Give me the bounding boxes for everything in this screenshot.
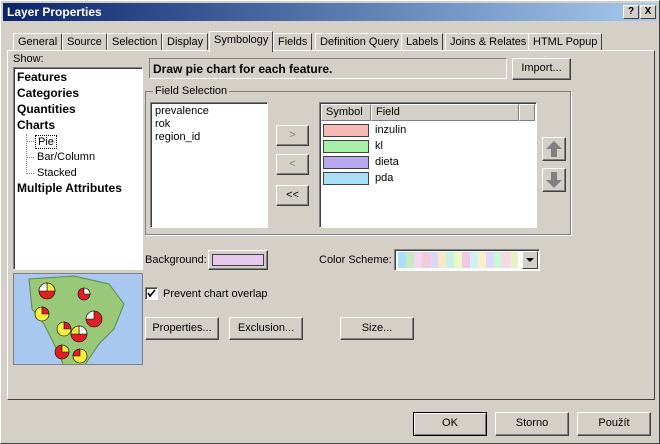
color-scheme-segment [398, 252, 406, 268]
help-icon: ? [627, 6, 635, 17]
background-color-swatch [212, 254, 264, 266]
import-button[interactable]: Import... [512, 58, 571, 80]
color-scheme-segment [406, 252, 414, 268]
dropdown-button[interactable] [522, 251, 538, 269]
available-field[interactable]: region_id [155, 131, 200, 143]
description-box: Draw pie chart for each feature. [149, 58, 507, 79]
tree-line [26, 141, 34, 142]
check-icon [147, 289, 156, 298]
symbol-swatch[interactable] [323, 156, 369, 169]
tab-definition-query[interactable]: Definition Query [315, 33, 404, 51]
add-field-button[interactable]: > [276, 125, 309, 146]
available-fields-list[interactable]: prevalence rok region_id [150, 102, 268, 228]
column-header-symbol[interactable]: Symbol [321, 104, 371, 121]
color-scheme-segment [446, 252, 454, 268]
title-bar: Layer Properties ? X [3, 3, 657, 21]
remove-field-button[interactable]: < [276, 154, 309, 175]
color-scheme-segment [478, 252, 486, 268]
help-button[interactable]: ? [623, 5, 639, 19]
tab-labels[interactable]: Labels [401, 33, 444, 51]
close-button[interactable]: X [640, 5, 656, 19]
show-item-multiple-attributes[interactable]: Multiple Attributes [17, 181, 122, 195]
tab-fields[interactable]: Fields [273, 33, 313, 51]
prevent-overlap-label: Prevent chart overlap [163, 288, 268, 300]
chevron-down-icon [526, 258, 534, 262]
apply-button[interactable]: Použít [577, 412, 651, 436]
column-header-field[interactable]: Field [371, 104, 519, 121]
tab-joins-relates[interactable]: Joins & Relates [445, 33, 532, 51]
color-scheme-segment [454, 252, 462, 268]
color-scheme-segment [462, 252, 470, 268]
prevent-overlap-checkbox[interactable] [145, 287, 158, 300]
exclusion-button[interactable]: Exclusion... [229, 317, 303, 340]
color-scheme-segment [494, 252, 502, 268]
tab-html-popup[interactable]: HTML Popup [528, 33, 603, 51]
tree-line [26, 134, 27, 174]
show-item-charts[interactable]: Charts [17, 118, 55, 132]
column-header-spacer [519, 104, 535, 121]
preview-map-image [28, 275, 125, 364]
show-sub-pie[interactable]: Pie [35, 135, 57, 149]
tab-source[interactable]: Source [62, 33, 107, 51]
preview-map [13, 273, 143, 365]
ok-button[interactable]: OK [413, 412, 487, 436]
symbol-swatch[interactable] [323, 124, 369, 137]
color-scheme-segment [430, 252, 438, 268]
symbol-swatch[interactable] [323, 140, 369, 153]
background-color-button[interactable] [208, 250, 268, 270]
color-scheme-preview [398, 252, 518, 268]
color-scheme-segment [486, 252, 494, 268]
tree-line [26, 157, 34, 158]
size-button[interactable]: Size... [340, 317, 414, 340]
color-scheme-segment [510, 252, 518, 268]
arrow-down-icon [546, 172, 562, 188]
color-scheme-segment [438, 252, 446, 268]
layer-properties-window: Layer Properties ? X General Source Sele… [0, 0, 660, 444]
tab-selection[interactable]: Selection [107, 33, 163, 51]
color-scheme-segment [502, 252, 510, 268]
show-tree: Features Categories Quantities Charts Pi… [13, 67, 143, 270]
show-sub-stacked[interactable]: Stacked [37, 167, 77, 179]
field-selection-legend: Field Selection [153, 85, 230, 97]
description-text: Draw pie chart for each feature. [153, 62, 333, 76]
tab-symbology[interactable]: Symbology [209, 31, 274, 52]
properties-button[interactable]: Properties... [145, 317, 219, 340]
tab-general[interactable]: General [13, 33, 63, 51]
show-item-categories[interactable]: Categories [17, 86, 79, 100]
selected-fields-list[interactable]: Symbol Field inzulin kl dieta pda [319, 102, 537, 228]
color-scheme-segment [414, 252, 422, 268]
field-name: pda [375, 172, 394, 184]
tab-display[interactable]: Display [162, 33, 209, 51]
move-up-button[interactable] [542, 137, 566, 161]
field-name: inzulin [375, 124, 407, 136]
show-item-features[interactable]: Features [17, 70, 67, 84]
available-field[interactable]: rok [155, 118, 170, 130]
close-icon: X [644, 6, 652, 17]
show-label: Show: [13, 53, 44, 65]
show-item-quantities[interactable]: Quantities [17, 102, 76, 116]
tree-line [26, 173, 34, 174]
remove-all-fields-button[interactable]: << [276, 185, 309, 206]
symbol-swatch[interactable] [323, 172, 369, 185]
move-down-button[interactable] [542, 168, 566, 192]
show-sub-bar-column[interactable]: Bar/Column [37, 151, 95, 163]
arrow-up-icon [546, 141, 562, 157]
color-scheme-dropdown[interactable] [394, 249, 540, 271]
window-title: Layer Properties [7, 5, 102, 19]
color-scheme-segment [470, 252, 478, 268]
background-label: Background: [145, 254, 207, 266]
available-field[interactable]: prevalence [155, 105, 209, 117]
cancel-button[interactable]: Storno [495, 412, 569, 436]
field-name: kl [375, 140, 383, 152]
color-scheme-label: Color Scheme: [319, 254, 392, 266]
color-scheme-segment [422, 252, 430, 268]
field-name: dieta [375, 156, 399, 168]
